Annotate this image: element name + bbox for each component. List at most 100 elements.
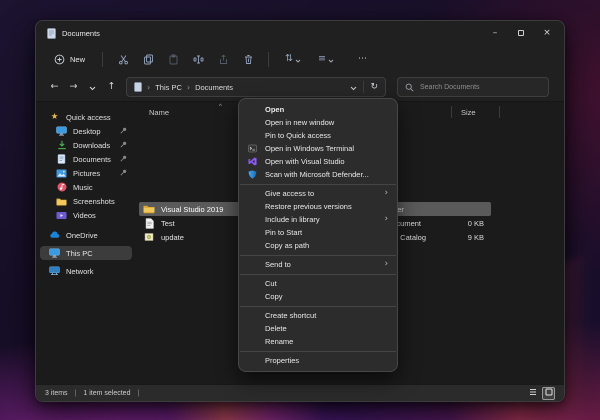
context-menu-item-include-in-library[interactable]: Include in library › xyxy=(239,213,397,226)
context-menu-item-open[interactable]: Open xyxy=(239,103,397,116)
close-button[interactable]: × xyxy=(534,21,560,45)
search-box[interactable] xyxy=(397,77,549,97)
defender-shield-icon xyxy=(239,170,265,179)
sort-button[interactable]: ⇅ xyxy=(278,48,308,70)
column-header-name[interactable]: Name xyxy=(149,108,169,117)
delete-button[interactable] xyxy=(237,48,259,70)
address-dropdown-chevron-icon[interactable] xyxy=(350,78,357,96)
sidebar-item-quick-access[interactable]: ★ Quick access xyxy=(40,110,132,124)
submenu-arrow-icon: › xyxy=(385,260,388,269)
search-input[interactable] xyxy=(420,84,541,91)
maximize-icon xyxy=(518,30,524,36)
thumbnails-view-button[interactable] xyxy=(542,387,555,400)
address-bar[interactable]: › This PC › Documents ↻ xyxy=(126,77,386,97)
network-icon xyxy=(49,266,60,277)
context-menu-item-give-access-to[interactable]: Give access to › xyxy=(239,187,397,200)
cut-button[interactable] xyxy=(112,48,134,70)
context-menu-item-restore-previous-versions[interactable]: Restore previous versions xyxy=(239,200,397,213)
sidebar-item-label: This PC xyxy=(66,249,93,258)
sidebar-item-videos[interactable]: Videos xyxy=(40,208,132,222)
sidebar-item-documents[interactable]: Documents xyxy=(40,152,132,166)
column-header-size[interactable]: Size xyxy=(461,108,476,117)
paste-button[interactable] xyxy=(162,48,184,70)
share-button[interactable] xyxy=(212,48,234,70)
pin-icon xyxy=(120,141,127,150)
status-separator: | xyxy=(75,390,77,397)
forward-button[interactable]: → xyxy=(64,78,83,97)
up-button[interactable]: ↑ xyxy=(102,78,121,97)
copy-icon xyxy=(143,54,154,65)
breadcrumb-separator: › xyxy=(147,83,150,92)
location-document-icon xyxy=(134,82,142,92)
titlebar[interactable]: Documents – × xyxy=(36,21,564,45)
context-menu-item-send-to[interactable]: Send to › xyxy=(239,258,397,271)
context-menu: Open Open in new window Pin to Quick acc… xyxy=(238,98,398,372)
status-separator: | xyxy=(137,390,139,397)
sidebar-item-pictures[interactable]: Pictures xyxy=(40,166,132,180)
app-document-icon xyxy=(47,28,56,39)
details-view-button[interactable] xyxy=(526,387,539,400)
context-menu-item-scan-with-microsoft-defender[interactable]: Scan with Microsoft Defender... xyxy=(239,168,397,181)
more-options-button[interactable]: ⋯ xyxy=(352,48,374,70)
context-menu-item-cut[interactable]: Cut xyxy=(239,277,397,290)
context-menu-item-open-in-new-window[interactable]: Open in new window xyxy=(239,116,397,129)
context-menu-item-rename[interactable]: Rename xyxy=(239,335,397,348)
context-menu-item-pin-to-quick-access[interactable]: Pin to Quick access xyxy=(239,129,397,142)
menu-separator xyxy=(240,274,396,275)
context-menu-item-properties[interactable]: Properties xyxy=(239,354,397,367)
window-title: Documents xyxy=(62,29,100,38)
refresh-icon[interactable]: ↻ xyxy=(370,82,378,92)
trash-icon xyxy=(243,54,254,65)
pin-icon xyxy=(120,155,127,164)
view-button[interactable]: ≡ xyxy=(311,48,341,70)
copy-button[interactable] xyxy=(137,48,159,70)
rename-icon xyxy=(193,54,204,65)
sidebar-item-downloads[interactable]: Downloads xyxy=(40,138,132,152)
sidebar-item-music[interactable]: Music xyxy=(40,180,132,194)
sidebar-item-onedrive[interactable]: OneDrive xyxy=(40,228,132,242)
context-menu-item-open-in-windows-terminal[interactable]: Open in Windows Terminal xyxy=(239,142,397,155)
sidebar-item-label: Network xyxy=(66,267,94,276)
chevron-down-icon xyxy=(89,78,96,96)
new-plus-icon xyxy=(54,54,65,65)
breadcrumb-this-pc[interactable]: This PC xyxy=(155,83,182,92)
sort-arrows-icon: ⇅ xyxy=(285,54,293,64)
context-menu-item-pin-to-start[interactable]: Pin to Start xyxy=(239,226,397,239)
maximize-button[interactable] xyxy=(508,21,534,45)
file-size: 9 KB xyxy=(453,233,484,242)
column-divider[interactable] xyxy=(451,106,452,118)
details-view-icon xyxy=(529,388,537,398)
sidebar-item-desktop[interactable]: Desktop xyxy=(40,124,132,138)
context-menu-item-create-shortcut[interactable]: Create shortcut xyxy=(239,309,397,322)
music-icon xyxy=(56,182,67,193)
search-icon xyxy=(405,83,414,92)
menu-separator xyxy=(240,306,396,307)
new-button[interactable]: New xyxy=(46,48,93,70)
pin-icon xyxy=(120,169,127,178)
folder-icon xyxy=(139,204,159,214)
toolbar-separator xyxy=(102,52,103,67)
arrow-right-icon: → xyxy=(70,82,78,92)
context-menu-item-copy-as-path[interactable]: Copy as path xyxy=(239,239,397,252)
recent-locations-button[interactable] xyxy=(83,78,102,97)
context-menu-item-copy[interactable]: Copy xyxy=(239,290,397,303)
context-menu-item-open-with-visual-studio[interactable]: Open with Visual Studio xyxy=(239,155,397,168)
address-row: ← → ↑ › This PC › Documents ↻ xyxy=(36,73,564,101)
visual-studio-icon xyxy=(239,157,265,166)
context-menu-item-delete[interactable]: Delete xyxy=(239,322,397,335)
sidebar-item-network[interactable]: Network xyxy=(40,264,132,278)
sidebar-item-screenshots[interactable]: Screenshots xyxy=(40,194,132,208)
sidebar-item-this-pc[interactable]: This PC xyxy=(40,246,132,260)
breadcrumb-documents[interactable]: Documents xyxy=(195,83,233,92)
minimize-button[interactable]: – xyxy=(482,21,508,45)
download-arrow-icon xyxy=(56,140,67,151)
sidebar-item-label: Quick access xyxy=(66,113,111,122)
clipboard-icon xyxy=(168,54,179,65)
selection-count: 1 item selected xyxy=(83,390,130,397)
rename-button[interactable] xyxy=(187,48,209,70)
cloud-icon xyxy=(49,230,60,241)
view-list-icon: ≡ xyxy=(318,54,326,64)
column-divider[interactable] xyxy=(499,106,500,118)
items-count: 3 items xyxy=(45,390,68,397)
back-button[interactable]: ← xyxy=(45,78,64,97)
